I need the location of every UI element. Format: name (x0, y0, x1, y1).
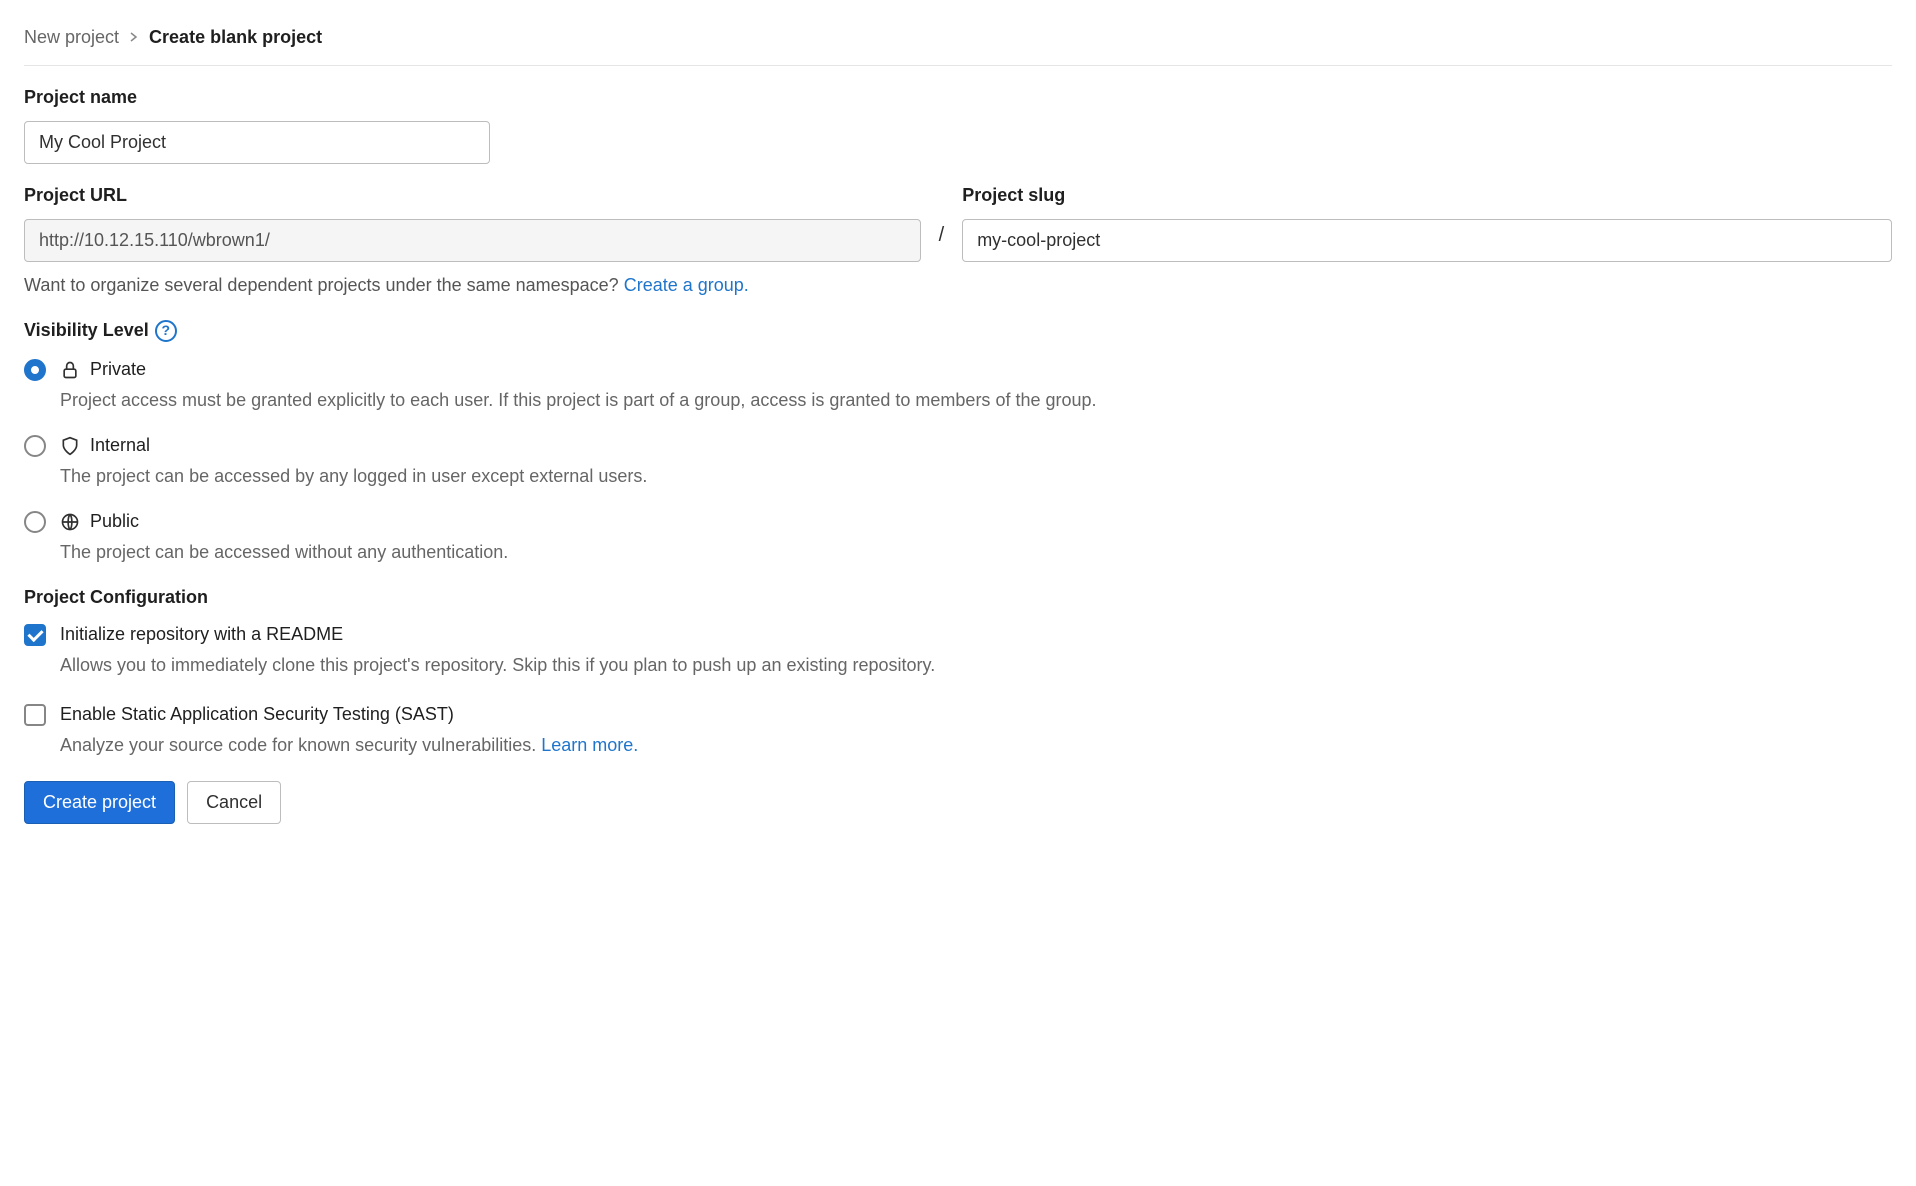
url-separator: / (921, 220, 963, 262)
visibility-public-radio[interactable] (24, 511, 46, 533)
sast-learn-more-link[interactable]: Learn more. (541, 735, 638, 755)
lock-icon (60, 360, 80, 380)
config-label: Project Configuration (24, 584, 1892, 611)
project-name-label: Project name (24, 84, 1892, 111)
visibility-internal-radio[interactable] (24, 435, 46, 457)
visibility-private-radio[interactable] (24, 359, 46, 381)
readme-checkbox[interactable] (24, 624, 46, 646)
breadcrumb-current: Create blank project (149, 24, 322, 51)
project-slug-label: Project slug (962, 182, 1892, 209)
sast-desc: Analyze your source code for known secur… (60, 732, 1892, 759)
visibility-public-desc: The project can be accessed without any … (60, 539, 1892, 566)
visibility-internal-desc: The project can be accessed by any logge… (60, 463, 1892, 490)
create-project-button[interactable]: Create project (24, 781, 175, 824)
visibility-private-title: Private (90, 356, 146, 383)
namespace-hint: Want to organize several dependent proje… (24, 272, 1892, 299)
sast-checkbox[interactable] (24, 704, 46, 726)
project-url-input (24, 219, 921, 262)
visibility-label: Visibility Level (24, 317, 149, 344)
visibility-private-desc: Project access must be granted explicitl… (60, 387, 1892, 414)
chevron-right-icon (129, 27, 139, 48)
project-name-input[interactable] (24, 121, 490, 164)
project-url-label: Project URL (24, 182, 921, 209)
breadcrumb-parent[interactable]: New project (24, 24, 119, 51)
globe-icon (60, 512, 80, 532)
visibility-public-title: Public (90, 508, 139, 535)
breadcrumb: New project Create blank project (24, 24, 1892, 66)
sast-title: Enable Static Application Security Testi… (60, 701, 454, 728)
cancel-button[interactable]: Cancel (187, 781, 281, 824)
readme-desc: Allows you to immediately clone this pro… (60, 652, 1892, 679)
visibility-internal-title: Internal (90, 432, 150, 459)
help-icon[interactable]: ? (155, 320, 177, 342)
shield-icon (60, 436, 80, 456)
create-group-link[interactable]: Create a group. (624, 275, 749, 295)
readme-title: Initialize repository with a README (60, 621, 343, 648)
project-slug-input[interactable] (962, 219, 1892, 262)
